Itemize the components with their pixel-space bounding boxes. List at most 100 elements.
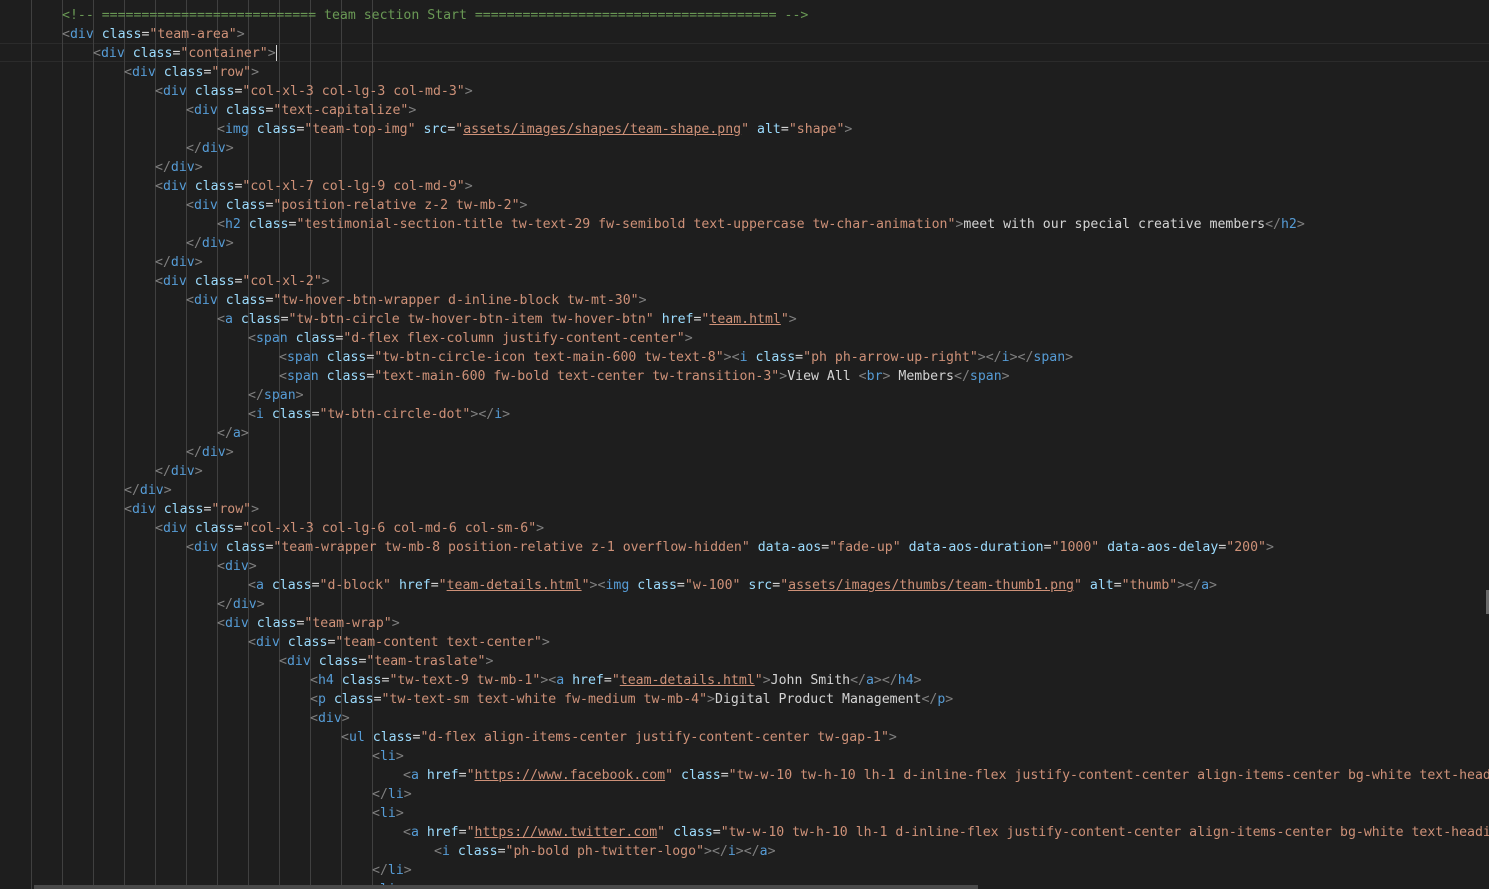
code-line[interactable]: <i class="ph-bold ph-twitter-logo"></i><… (434, 842, 776, 861)
token-bracket: < (310, 673, 318, 688)
token-link[interactable]: assets/images/shapes/team-shape.png (463, 122, 741, 137)
token-attr: class (271, 407, 312, 422)
code-line[interactable]: </li> (372, 785, 412, 804)
token-bracket: < (858, 369, 867, 384)
code-line[interactable]: </div> (155, 158, 203, 177)
code-line[interactable]: </div> (186, 443, 234, 462)
token-link[interactable]: team-details.html (620, 673, 755, 688)
code-line[interactable]: </a> (217, 424, 249, 443)
code-line[interactable]: <span class="tw-btn-circle-icon text-mai… (279, 348, 1073, 367)
token-bracket: </ (850, 673, 866, 688)
code-line[interactable]: <div class="row"> (124, 500, 259, 519)
code-line[interactable]: <div class="col-xl-7 col-lg-9 col-md-9"> (155, 177, 473, 196)
token-bracket: < (155, 521, 163, 536)
code-line[interactable]: <div class="col-xl-3 col-lg-3 col-md-3"> (155, 82, 473, 101)
token-tag: li (387, 787, 404, 802)
code-line[interactable]: <li> (372, 804, 404, 823)
code-line[interactable]: <div class="row"> (124, 63, 259, 82)
code-editor[interactable]: <!-- =========================== team se… (0, 0, 1489, 889)
code-line[interactable]: <div class = "team-wrapper tw-mb-8 positio… (186, 538, 1274, 557)
token-link[interactable]: https://www.facebook.com (475, 768, 666, 783)
code-line[interactable]: <div class="col-xl-3 col-lg-6 col-md-6 c… (155, 519, 544, 538)
code-line[interactable]: <a href="https://www.facebook.com" class… (403, 766, 1489, 785)
token-attr: data-aos-delay (1107, 540, 1219, 555)
token-bracket: </ (248, 388, 264, 403)
code-line[interactable]: <div> (310, 709, 350, 728)
code-line[interactable]: <div class="tw-hover-btn-wrapper d-inlin… (186, 291, 647, 310)
token-link[interactable]: team.html (709, 312, 780, 327)
code-line[interactable]: </div> (124, 481, 172, 500)
token-bracket: > (391, 616, 400, 631)
token-bracket: </ (155, 160, 171, 175)
horizontal-scrollbar[interactable] (34, 885, 978, 889)
code-line[interactable]: <div class="team-wrap"> (217, 614, 400, 633)
code-line[interactable]: <div> (217, 557, 257, 576)
code-line[interactable]: <h4 class="tw-text-9 tw-mb-1"><a href="t… (310, 671, 922, 690)
code-line[interactable]: <div class="team-content text-center"> (248, 633, 550, 652)
token-bracket: > (240, 426, 249, 441)
token-attr: href (398, 578, 431, 593)
token-tag: a (759, 844, 768, 859)
token-tag: div (193, 540, 218, 555)
token-link[interactable]: team-details.html (447, 578, 582, 593)
token-tag: i (1001, 350, 1010, 365)
code-line[interactable]: <div class="text-capitalize"> (186, 101, 416, 120)
token-bracket: > (194, 464, 203, 479)
code-line[interactable]: <i class="tw-btn-circle-dot"></i> (248, 405, 510, 424)
token-bracket: < (217, 616, 225, 631)
token-attr: class (295, 331, 336, 346)
token-tag: div (193, 103, 218, 118)
token-string: "w-100" (684, 578, 741, 593)
token-punct: = (720, 768, 729, 783)
code-line[interactable]: <p class="tw-text-sm text-white fw-mediu… (310, 690, 953, 709)
code-line[interactable]: <div class="col-xl-2"> (155, 272, 330, 291)
code-line[interactable]: </li> (372, 861, 412, 880)
token-string: "row" (211, 502, 252, 517)
code-line[interactable]: <h2 class="testimonial-section-title tw-… (217, 215, 1305, 234)
code-line[interactable]: </div> (155, 253, 203, 272)
code-line[interactable]: </div> (217, 595, 265, 614)
token-tag: a (410, 825, 419, 840)
token-link[interactable]: assets/images/thumbs/team-thumb1.png (788, 578, 1074, 593)
code-line[interactable]: <div class="team-area"> (62, 25, 245, 44)
token-text: View All (787, 369, 859, 384)
code-line[interactable]: <div class="position-relative z-2 tw-mb-… (186, 196, 527, 215)
token-bracket: > (779, 369, 788, 384)
token-bracket: >< (540, 673, 557, 688)
code-line[interactable]: </div> (186, 139, 234, 158)
code-line[interactable]: <img class="team-top-img" src="assets/im… (217, 120, 852, 139)
code-line[interactable]: </span> (248, 386, 304, 405)
code-line[interactable]: <a class="d-block" href="team-details.ht… (248, 576, 1217, 595)
token-tag: div (201, 445, 226, 460)
code-line[interactable]: <a class="tw-btn-circle tw-hover-btn-ite… (217, 310, 797, 329)
indent-guide-line (31, 0, 32, 889)
token-string: "team-wrap" (304, 616, 392, 631)
code-line[interactable]: <li> (372, 747, 404, 766)
code-line[interactable]: <ul class="d-flex align-items-center jus… (341, 728, 897, 747)
token-bracket: >< (723, 350, 740, 365)
code-line[interactable]: <span class="d-flex flex-column justify-… (248, 329, 693, 348)
code-line[interactable]: <a href="https://www.twitter.com" class=… (403, 823, 1489, 842)
code-line[interactable]: <!-- =========================== team se… (62, 6, 808, 25)
code-line[interactable]: <span class="text-main-600 fw-bold text-… (279, 367, 1010, 386)
code-line[interactable]: </div> (155, 462, 203, 481)
code-line[interactable]: <div class="container"> (93, 44, 277, 63)
token-link[interactable]: https://www.twitter.com (475, 825, 658, 840)
token-punct: = (458, 825, 467, 840)
token-bracket: </ (921, 692, 938, 707)
code-line[interactable]: </div> (186, 234, 234, 253)
token-punct: = (795, 350, 804, 365)
token-string: "col-xl-3 col-lg-6 col-md-6 col-sm-6" (242, 521, 537, 536)
code-line[interactable]: <div class="team-traslate"> (279, 652, 493, 671)
token-bracket: > (1209, 578, 1217, 593)
